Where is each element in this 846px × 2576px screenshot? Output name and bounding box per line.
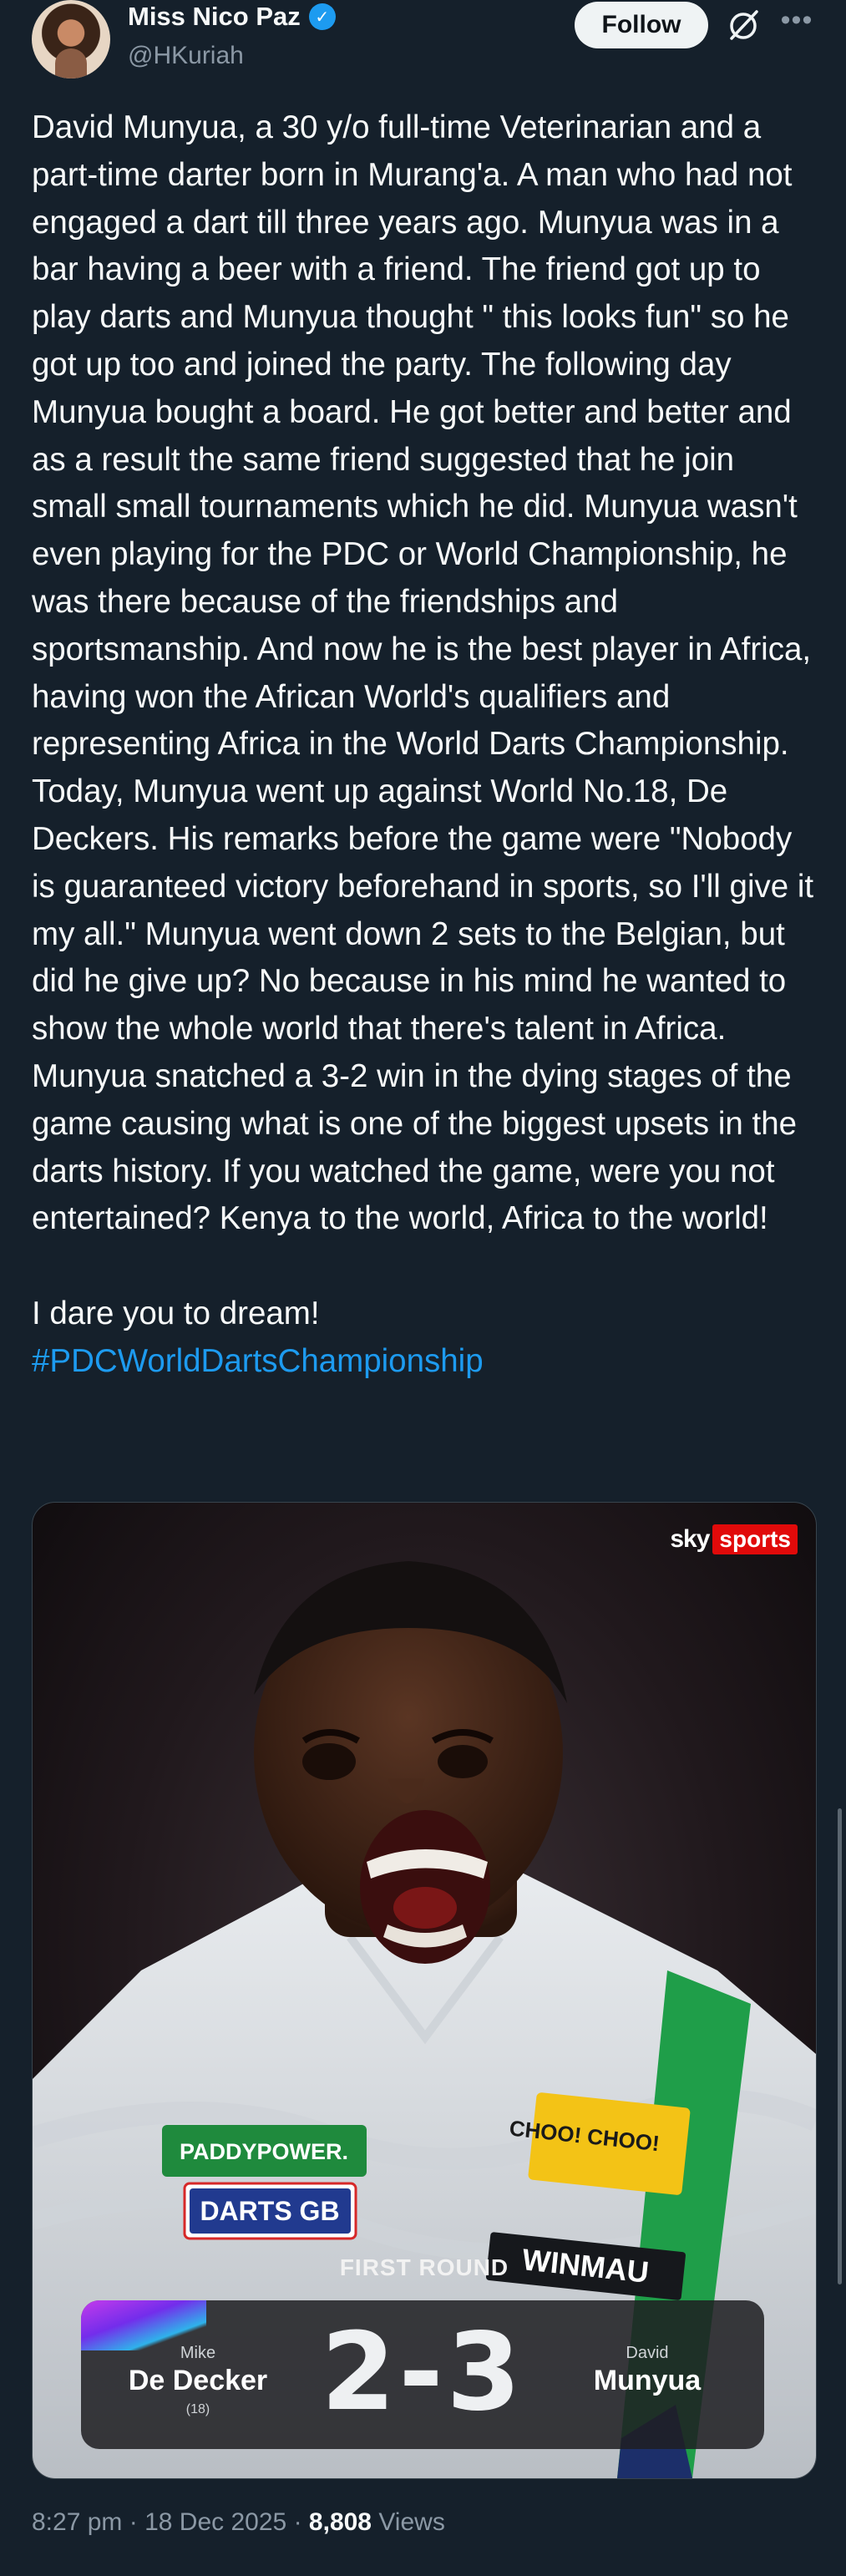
tweet-paragraph-1: David Munyua, a 30 y/o full-time Veterin… [32, 109, 812, 763]
shirt-sponsor-dartsgb: DARTS GB [200, 2196, 339, 2226]
avatar[interactable] [32, 0, 110, 79]
player-left-rank: (18) [185, 2402, 210, 2416]
match-score: 2-3 [321, 2310, 524, 2435]
tweet-paragraph-2: Today, Munyua went up against World No.1… [32, 773, 814, 1237]
views-count: 8,808 [308, 2508, 372, 2536]
tweet-meta: 8:27 pm · 18 Dec 2025 · 8,808 Views [32, 2508, 445, 2537]
player-left: Mike De Decker (18) [114, 2344, 281, 2417]
meta-separator: · [293, 2508, 302, 2536]
sky-sports-logo: sky sports [670, 1524, 798, 1554]
verified-badge-icon: ✓ [308, 3, 336, 30]
tweet-time[interactable]: 8:27 pm [32, 2508, 122, 2536]
sky-logo-text: sky [670, 1525, 710, 1553]
tweet-text: David Munyua, a 30 y/o full-time Veterin… [32, 104, 817, 1386]
player-right-first-name: David [626, 2344, 669, 2362]
more-options-icon[interactable]: ••• [777, 3, 817, 43]
player-right-last-name: Munyua [593, 2365, 702, 2396]
author-display-name[interactable]: Miss Nico Paz [128, 2, 301, 32]
scoreboard-accent-stripe [81, 2300, 206, 2350]
tweet-header: Miss Nico Paz ✓ @HKuriah Follow ••• [0, 0, 846, 92]
views-label: Views [378, 2508, 445, 2536]
scrollbar[interactable] [838, 1808, 842, 2284]
player-left-last-name: De Decker [128, 2365, 268, 2396]
tweet-paragraph-3: I dare you to dream! [32, 1295, 320, 1331]
shirt-sponsor-paddypower: PADDYPOWER. [180, 2139, 348, 2164]
player-right: David Munyua [564, 2344, 731, 2397]
tweet-date[interactable]: 18 Dec 2025 [144, 2508, 286, 2536]
scoreboard: Mike De Decker (18) 2-3 David Munyua [81, 2300, 764, 2449]
author-handle[interactable]: @HKuriah [128, 42, 244, 70]
hashtag-link[interactable]: #PDCWorldDartsChampionship [32, 1338, 817, 1386]
tweet-media-image[interactable]: PADDYPOWER. DARTS GB CHOO! CHOO! WINMAU … [32, 1502, 817, 2479]
meta-separator: · [129, 2508, 138, 2536]
player-left-first-name: Mike [180, 2344, 216, 2362]
round-label: FIRST ROUND [339, 2254, 509, 2280]
follow-button[interactable]: Follow [575, 2, 708, 48]
sports-logo-text: sports [712, 1524, 798, 1554]
author-name-row: Miss Nico Paz ✓ [128, 2, 336, 32]
grok-icon[interactable] [725, 7, 762, 43]
